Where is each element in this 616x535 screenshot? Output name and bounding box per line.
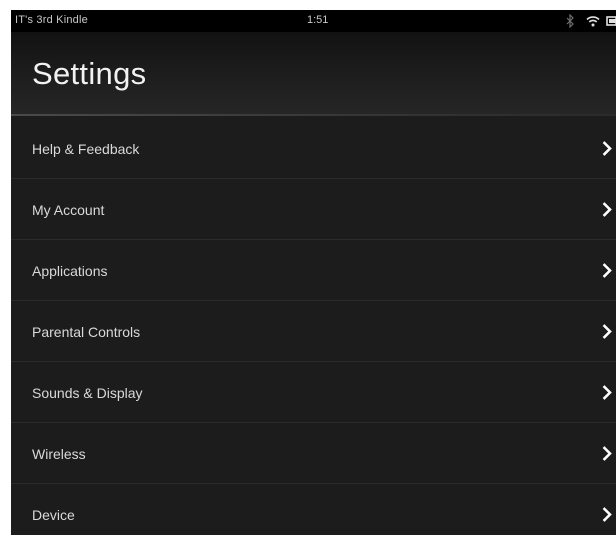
status-time: 1:51 — [307, 14, 329, 26]
chevron-right-icon — [602, 507, 612, 522]
menu-item-help-feedback[interactable]: Help & Feedback — [11, 118, 616, 179]
wifi-icon — [586, 16, 600, 27]
settings-header: Settings — [11, 32, 616, 116]
menu-item-applications[interactable]: Applications — [11, 240, 616, 301]
menu-item-label: Device — [32, 507, 75, 523]
menu-item-label: Sounds & Display — [32, 385, 143, 401]
menu-item-label: Help & Feedback — [32, 141, 140, 157]
bluetooth-icon — [566, 14, 574, 28]
chevron-right-icon — [602, 385, 612, 400]
chevron-right-icon — [602, 202, 612, 217]
kindle-screen: IT's 3rd Kindle 1:51 Settings Help & Fee… — [11, 10, 616, 535]
chevron-right-icon — [602, 263, 612, 278]
menu-item-sounds-display[interactable]: Sounds & Display — [11, 362, 616, 423]
settings-menu: Help & Feedback My Account Applications … — [11, 118, 616, 535]
menu-item-parental-controls[interactable]: Parental Controls — [11, 301, 616, 362]
menu-item-device[interactable]: Device — [11, 484, 616, 535]
chevron-right-icon — [602, 141, 612, 156]
status-bar: IT's 3rd Kindle 1:51 — [11, 10, 616, 32]
status-icons — [566, 13, 616, 29]
device-name: IT's 3rd Kindle — [15, 14, 88, 26]
menu-item-label: Wireless — [32, 446, 86, 462]
chevron-right-icon — [602, 446, 612, 461]
page-title: Settings — [32, 56, 147, 91]
menu-item-my-account[interactable]: My Account — [11, 179, 616, 240]
menu-item-wireless[interactable]: Wireless — [11, 423, 616, 484]
battery-icon — [606, 16, 616, 26]
menu-item-label: My Account — [32, 202, 105, 218]
menu-item-label: Parental Controls — [32, 324, 141, 340]
chevron-right-icon — [602, 324, 612, 339]
menu-item-label: Applications — [32, 263, 108, 279]
